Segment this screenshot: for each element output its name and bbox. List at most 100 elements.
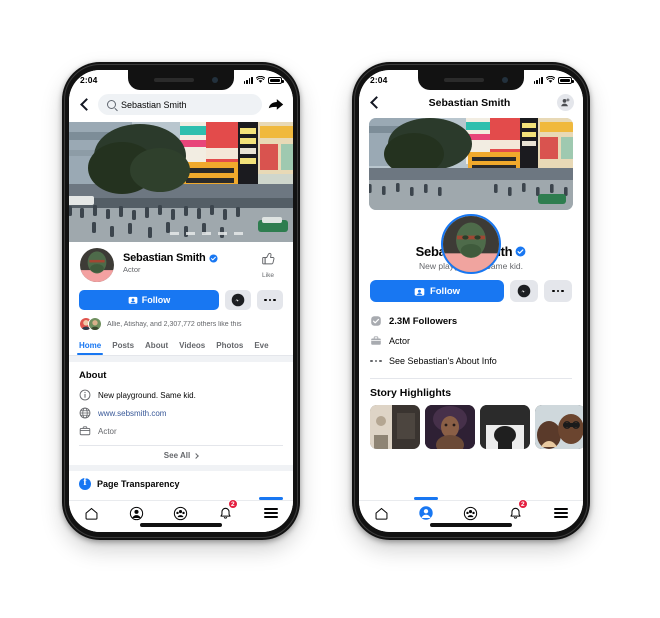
phone-mockup-right: 2:04 Sebastian Smith New Same kid. Follo… — [352, 62, 590, 540]
invite-friends-icon — [561, 98, 570, 107]
info-row-followers-text: 2.3M Followers — [389, 315, 458, 327]
home-indicator — [140, 523, 222, 527]
tab-bar-item-home[interactable] — [76, 502, 106, 524]
verified-page-icon — [371, 316, 381, 326]
more-options-button[interactable] — [544, 280, 572, 302]
about-row-website[interactable]: www.sebsmith.com — [79, 404, 283, 422]
avatar[interactable] — [441, 214, 501, 274]
about-card: About New playground. Same kid. www.sebs… — [69, 362, 293, 465]
tab-bar-item-groups[interactable] — [456, 502, 486, 524]
verified-badge-icon — [209, 253, 218, 263]
avatar-art — [80, 248, 114, 282]
tab-bar-item-notifications[interactable]: 2 — [501, 499, 531, 524]
message-button[interactable] — [225, 290, 251, 310]
more-horizontal-icon — [264, 298, 276, 302]
like-button[interactable]: Like — [253, 249, 283, 279]
liker-avatars — [79, 317, 102, 331]
tab-bar-item-home[interactable] — [366, 502, 396, 524]
tab-about[interactable]: About — [145, 337, 168, 355]
profile-header-right: Sebastian Smith New playground. Same kid… — [359, 214, 583, 274]
about-row-category[interactable]: Actor — [79, 422, 283, 440]
info-row-followers[interactable]: 2.3M Followers — [370, 311, 572, 331]
bottom-tab-bar-left: 2 — [69, 497, 293, 532]
tab-posts[interactable]: Posts — [112, 337, 134, 355]
tab-bar-item-menu[interactable] — [546, 502, 576, 524]
chevron-left-icon[interactable] — [78, 98, 92, 112]
likers-text: Allie, Atishay, and 2,307,772 others lik… — [107, 320, 242, 328]
action-buttons-right: Follow — [359, 271, 583, 302]
follow-button-label: Follow — [429, 285, 461, 297]
nav-top-bar-right: Sebastian Smith — [359, 90, 583, 118]
add-person-icon — [414, 287, 425, 296]
about-row-bio[interactable]: New playground. Same kid. — [79, 386, 283, 404]
profile-circle-icon — [129, 506, 143, 520]
thumbs-up-outline-icon — [261, 253, 274, 265]
tab-bar-item-menu[interactable] — [256, 497, 286, 524]
story-highlight-item[interactable] — [535, 405, 583, 449]
home-icon — [375, 507, 388, 520]
info-circle-icon — [79, 389, 91, 401]
follow-button[interactable]: Follow — [370, 280, 504, 302]
cover-photo-art — [69, 122, 293, 242]
info-row-category[interactable]: Actor — [370, 331, 572, 351]
messenger-icon — [517, 284, 531, 298]
more-options-button[interactable] — [257, 290, 283, 310]
add-person-icon — [128, 296, 138, 304]
friend-avatar-2 — [88, 317, 102, 331]
tab-videos[interactable]: Videos — [179, 337, 205, 355]
about-card-title: About — [79, 370, 107, 381]
phone-notch-right — [418, 70, 524, 90]
front-camera-right — [502, 77, 508, 83]
search-input[interactable]: Sebastian Smith — [98, 94, 262, 115]
follow-button[interactable]: Follow — [79, 290, 219, 310]
tab-bar-item-profile[interactable] — [411, 497, 441, 524]
story-highlight-item[interactable] — [480, 405, 530, 449]
battery-full-icon — [558, 76, 574, 84]
search-top-bar: Sebastian Smith — [69, 90, 293, 122]
tab-bar-item-notifications[interactable]: 2 — [211, 499, 241, 524]
wifi-icon — [256, 76, 265, 83]
page-transparency-label: Page Transparency — [97, 479, 180, 489]
earpiece-speaker — [154, 78, 194, 82]
phone-mockup-left: 2:04 Sebastian Smith Sebastian Smith Act… — [62, 62, 300, 540]
invite-friends-button[interactable] — [557, 94, 574, 111]
tab-bar-item-groups[interactable] — [166, 502, 196, 524]
more-dots — [370, 359, 382, 363]
share-arrow-icon[interactable] — [268, 97, 284, 113]
likers-row[interactable]: Allie, Atishay, and 2,307,772 others lik… — [69, 310, 293, 337]
profile-name-block: Sebastian Smith Actor — [123, 249, 245, 274]
story-highlight-item[interactable] — [370, 405, 420, 449]
cover-photo-right[interactable] — [369, 118, 573, 210]
phone-notch — [128, 70, 234, 90]
avatar-art-right — [443, 216, 499, 272]
tab-photos[interactable]: Photos — [216, 337, 243, 355]
more-horizontal-icon — [370, 355, 382, 367]
profile-tabs: Home Posts About Videos Photos Eve — [69, 337, 293, 356]
earpiece-speaker-right — [444, 78, 484, 82]
verified-badge-icon — [515, 246, 526, 257]
highlight-portrait-thumbnail — [425, 405, 475, 449]
tab-events[interactable]: Eve — [254, 337, 268, 355]
page-transparency-section[interactable]: Page Transparency — [69, 471, 293, 497]
tab-bar-item-profile[interactable] — [121, 502, 151, 524]
globe-icon — [79, 407, 91, 419]
avatar[interactable] — [79, 247, 115, 283]
phone-right-screen: 2:04 Sebastian Smith New Same kid. Follo… — [359, 70, 583, 532]
story-highlight-item[interactable] — [425, 405, 475, 449]
cover-photo[interactable] — [69, 122, 293, 242]
see-all-button[interactable]: See All — [79, 445, 283, 465]
home-indicator — [430, 523, 512, 527]
about-row-website-text: www.sebsmith.com — [98, 408, 167, 418]
highlight-friends-thumbnail — [535, 405, 583, 449]
info-row-about[interactable]: See Sebastian's About Info — [370, 351, 572, 371]
story-highlights-title: Story Highlights — [370, 387, 452, 399]
story-highlights-row — [359, 405, 583, 449]
battery-full-icon — [268, 76, 284, 84]
profile-circle-icon — [419, 506, 433, 520]
message-button[interactable] — [510, 280, 538, 302]
tab-home[interactable]: Home — [76, 337, 104, 355]
chevron-left-icon[interactable] — [368, 96, 382, 110]
front-camera — [212, 77, 218, 83]
about-row-bio-text: New playground. Same kid. — [98, 390, 196, 400]
nav-title: Sebastian Smith — [428, 96, 511, 109]
